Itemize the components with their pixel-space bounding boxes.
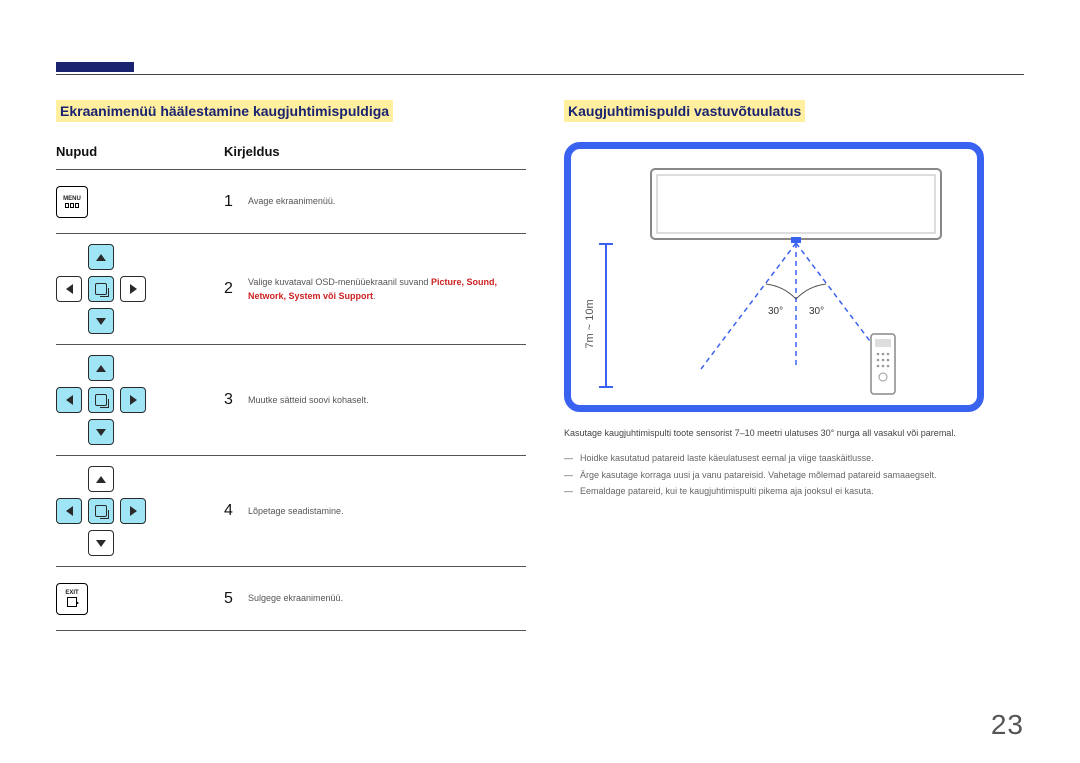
content-columns: Ekraanimenüü häälestamine kaugjuhtimispu… [56,100,1024,631]
step-desc: Muutke sätteid soovi kohaselt. [248,393,526,407]
step-desc: Avage ekraanimenüü. [248,194,526,208]
desc-text: Muutke sätteid soovi kohaselt. [248,395,369,405]
step-number: 2 [224,280,248,298]
step-number: 3 [224,391,248,409]
desc-text: . [373,291,376,301]
exit-door-icon [67,597,77,607]
desc-text: Valige kuvataval OSD-menüüekraanil suvan… [248,277,431,287]
cell-icon [56,244,224,334]
step-number: 5 [224,590,248,608]
table-header: Nupud Kirjeldus [56,136,526,170]
section-heading-left: Ekraanimenüü häälestamine kaugjuhtimispu… [56,100,393,122]
cell-icon: EXIT [56,583,224,615]
reception-range-diagram: 7m ~ 10m 30° 30° [564,142,984,412]
menu-bars-icon [65,203,79,208]
list-item: Hoidke kasutatud patareid laste käeulatu… [564,450,1024,466]
step-number: 1 [224,193,248,211]
table-row: 2 Valige kuvataval OSD-menüüekraanil suv… [56,234,526,345]
dpad-all-icon [56,355,146,445]
angle-left-label: 30° [768,306,783,317]
left-column: Ekraanimenüü häälestamine kaugjuhtimispu… [56,100,526,631]
step-desc: Valige kuvataval OSD-menüüekraanil suvan… [248,275,526,304]
desc-text: Avage ekraanimenüü. [248,196,335,206]
table-row: 4 Lõpetage seadistamine. [56,456,526,567]
header-accent-bar [56,62,134,72]
table-row: EXIT 5 Sulgege ekraanimenüü. [56,567,526,631]
list-item: Ärge kasutage korraga uusi ja vanu patar… [564,467,1024,483]
header-rule [56,74,1024,75]
dpad-left-right-icon [56,466,146,556]
menu-label: MENU [63,196,81,202]
exit-button-icon: EXIT [56,583,88,615]
page-number: 23 [991,709,1024,741]
th-description: Kirjeldus [224,144,526,159]
diagram-svg: 7m ~ 10m 30° 30° [571,149,977,405]
step-desc: Lõpetage seadistamine. [248,504,526,518]
step-number: 4 [224,502,248,520]
right-column: Kaugjuhtimispuldi vastuvõtuulatus 7m ~ 1… [564,100,1024,631]
desc-text: Sulgege ekraanimenüü. [248,593,343,603]
notes-list: Hoidke kasutatud patareid laste käeulatu… [564,450,1024,499]
table-row: 3 Muutke sätteid soovi kohaselt. [56,345,526,456]
table-row: MENU 1 Avage ekraanimenüü. [56,170,526,234]
exit-label: EXIT [65,590,78,596]
list-item: Eemaldage patareid, kui te kaugjuhtimisp… [564,483,1024,499]
cell-icon [56,466,224,556]
th-buttons: Nupud [56,144,224,159]
section-heading-right: Kaugjuhtimispuldi vastuvõtuulatus [564,100,805,122]
distance-label: 7m ~ 10m [584,299,596,348]
menu-button-icon: MENU [56,186,88,218]
dpad-up-down-icon [56,244,146,334]
diagram-caption: Kasutage kaugjuhtimispulti toote sensori… [564,426,1024,440]
step-desc: Sulgege ekraanimenüü. [248,591,526,605]
desc-text: Lõpetage seadistamine. [248,506,344,516]
angle-right-label: 30° [809,306,824,317]
cell-icon [56,355,224,445]
cell-icon: MENU [56,186,224,218]
